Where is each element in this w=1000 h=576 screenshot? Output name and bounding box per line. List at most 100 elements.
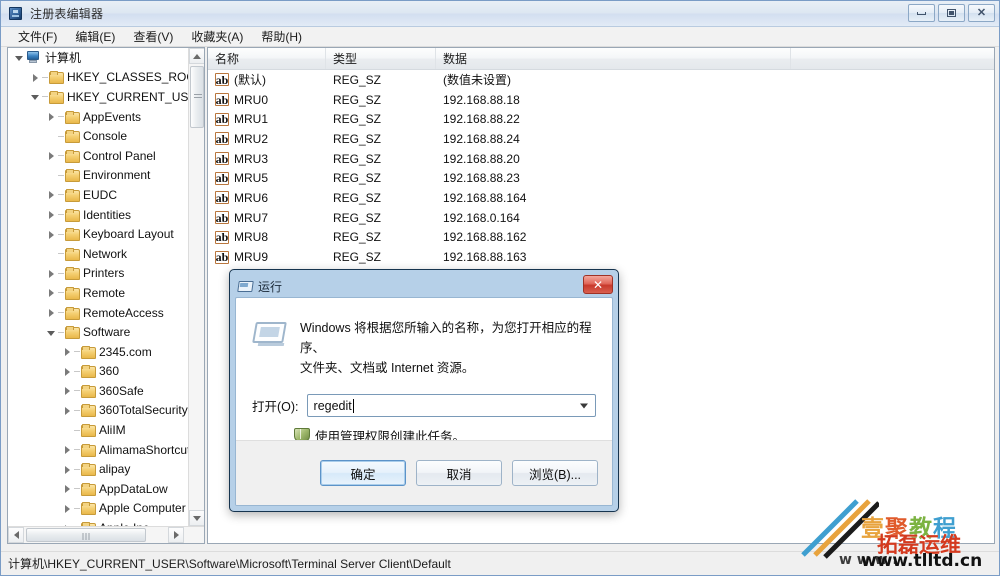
value-type-cell: REG_SZ [326,130,436,148]
expand-toggle-icon[interactable] [46,150,57,161]
close-button[interactable]: ✕ [968,4,995,22]
value-row[interactable]: ab MRU0 REG_SZ 192.168.88.18 [208,90,994,110]
expand-toggle-icon[interactable] [46,111,57,122]
tree-vertical-scrollbar[interactable] [188,48,204,526]
value-row[interactable]: ab (默认) REG_SZ (数值未设置) [208,70,994,90]
value-row[interactable]: ab MRU6 REG_SZ 192.168.88.164 [208,188,994,208]
column-header-2[interactable]: 数据 [436,48,791,69]
registry-tree-pane[interactable]: 计算机 HKEY_CLASSES_ROOT HKEY_CURRENT_USER App… [7,47,205,544]
expand-toggle-icon[interactable] [62,444,73,455]
tree-item-software[interactable]: Software [8,322,188,342]
menu-file[interactable]: 文件(F) [9,26,66,47]
tree-connector [74,390,80,392]
tree-item-360totalsecurity[interactable]: 360TotalSecurity [8,401,188,421]
maximize-button[interactable] [938,4,965,22]
menu-view[interactable]: 查看(V) [124,26,182,47]
tree-item-console[interactable]: Console [8,126,188,146]
tree-item-apple-inc[interactable]: Apple Inc. [8,518,188,526]
chevron-down-icon[interactable] [580,403,588,408]
menu-help[interactable]: 帮助(H) [252,26,311,47]
value-row[interactable]: ab MRU2 REG_SZ 192.168.88.24 [208,129,994,149]
tree-item-360safe[interactable]: 360Safe [8,381,188,401]
tree-item-alimamashortcut[interactable]: AlimamaShortcut [8,440,188,460]
scroll-right-button[interactable] [168,527,184,543]
tree-item-alipay[interactable]: alipay [8,459,188,479]
chevron-right-icon [173,531,179,539]
tree-hscroll-thumb[interactable] [26,528,146,542]
tree-item-control-panel[interactable]: Control Panel [8,146,188,166]
tree-horizontal-scrollbar[interactable] [8,526,204,543]
column-header-1[interactable]: 类型 [326,48,436,69]
cancel-button[interactable]: 取消 [416,460,502,486]
tree-item-hkey-classes-root[interactable]: HKEY_CLASSES_ROOT [8,68,188,88]
value-row[interactable]: ab MRU5 REG_SZ 192.168.88.23 [208,168,994,188]
value-row[interactable]: ab MRU9 REG_SZ 192.168.88.163 [208,247,994,267]
tree-item-360[interactable]: 360 [8,362,188,382]
expand-toggle-icon[interactable] [46,209,57,220]
tree-item-printers[interactable]: Printers [8,264,188,284]
expand-toggle-icon[interactable] [62,503,73,514]
tree-connector [74,488,80,490]
tree-item-2345-com[interactable]: 2345.com [8,342,188,362]
tree-item-apple-computer[interactable]: Apple Computer [8,499,188,519]
scroll-left-button[interactable] [8,527,24,543]
column-header-0[interactable]: 名称 [208,48,326,69]
value-data-cell: 192.168.88.20 [436,150,994,168]
tree-item-label: 2345.com [99,344,152,359]
tree-item-remoteaccess[interactable]: RemoteAccess [8,303,188,323]
value-type: REG_SZ [333,171,382,186]
collapse-toggle-icon[interactable] [14,52,25,63]
value-row[interactable]: ab MRU7 REG_SZ 192.168.0.164 [208,208,994,228]
run-command-input[interactable]: regedit [308,399,352,413]
tree-item-network[interactable]: Network [8,244,188,264]
tree-vscroll-thumb[interactable] [190,66,204,128]
value-type-cell: REG_SZ [326,71,436,89]
expand-toggle-icon[interactable] [62,464,73,475]
expand-toggle-icon[interactable] [46,268,57,279]
folder-icon [81,365,96,379]
tree-item-label: HKEY_CLASSES_ROOT [67,70,188,85]
tree-item-appdatalow[interactable]: AppDataLow [8,479,188,499]
tree-item-identities[interactable]: Identities [8,205,188,225]
scroll-down-button[interactable] [189,510,204,526]
menu-edit[interactable]: 编辑(E) [66,26,124,47]
tree-item-[interactable]: 计算机 [8,48,188,68]
tree-item-keyboard-layout[interactable]: Keyboard Layout [8,224,188,244]
folder-icon [65,149,80,163]
expand-toggle-icon[interactable] [46,229,57,240]
expand-toggle-icon[interactable] [46,287,57,298]
expand-toggle-icon[interactable] [30,72,41,83]
tree-item-appevents[interactable]: AppEvents [8,107,188,127]
value-data: 192.168.88.163 [443,250,527,265]
menu-favorites[interactable]: 收藏夹(A) [182,26,252,47]
value-data-cell: 192.168.88.24 [436,130,994,148]
ok-button[interactable]: 确定 [320,460,406,486]
tree-item-remote[interactable]: Remote [8,283,188,303]
value-row[interactable]: ab MRU8 REG_SZ 192.168.88.162 [208,228,994,248]
collapse-toggle-icon[interactable] [30,91,41,102]
expand-toggle-icon[interactable] [62,366,73,377]
value-row[interactable]: ab MRU1 REG_SZ 192.168.88.22 [208,109,994,129]
value-data: 192.168.88.23 [443,171,520,186]
value-type-cell: REG_SZ [326,209,436,227]
expand-toggle-icon[interactable] [62,405,73,416]
tree-item-hkey-current-user[interactable]: HKEY_CURRENT_USER [8,87,188,107]
collapse-toggle-icon[interactable] [46,327,57,338]
expand-toggle-icon[interactable] [46,307,57,318]
browse-button[interactable]: 浏览(B)... [512,460,598,486]
minimize-button[interactable] [908,4,935,22]
expand-toggle-icon[interactable] [62,385,73,396]
scroll-up-button[interactable] [189,48,204,64]
run-dialog[interactable]: 运行 ✕ Windows 将根据您所输入的名称，为您打开相应的程序、 文件夹、文… [229,269,619,512]
value-row[interactable]: ab MRU3 REG_SZ 192.168.88.20 [208,149,994,169]
expand-toggle-icon[interactable] [62,346,73,357]
tree-item-eudc[interactable]: EUDC [8,185,188,205]
expand-toggle-icon[interactable] [46,189,57,200]
run-dialog-close-button[interactable]: ✕ [583,275,613,294]
run-command-combobox[interactable]: regedit [306,394,596,417]
expand-toggle-icon[interactable] [62,483,73,494]
tree-item-environment[interactable]: Environment [8,166,188,186]
value-type: REG_SZ [333,131,382,146]
tree-item-aliim[interactable]: AliIM [8,420,188,440]
